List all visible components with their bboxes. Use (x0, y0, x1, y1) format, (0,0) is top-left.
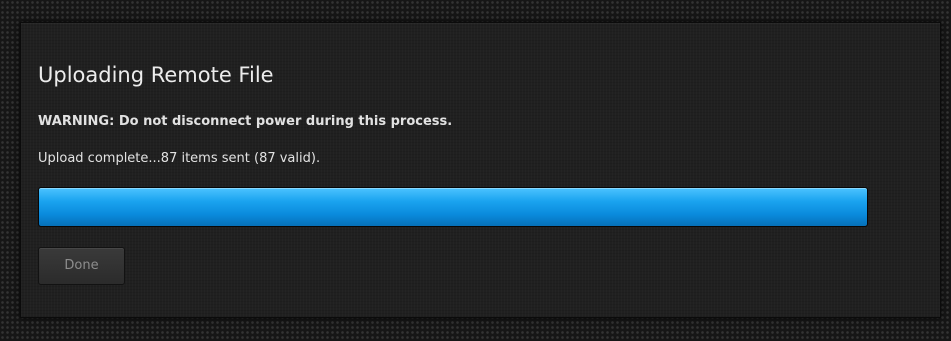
dialog-title: Uploading Remote File (38, 63, 274, 87)
done-button[interactable]: Done (38, 247, 125, 285)
upload-dialog: Uploading Remote File WARNING: Do not di… (20, 22, 941, 318)
upload-progress-bar (38, 187, 868, 227)
upload-progress-fill (39, 188, 867, 226)
warning-message: WARNING: Do not disconnect power during … (38, 114, 453, 129)
upload-status-text: Upload complete...87 items sent (87 vali… (38, 151, 321, 166)
